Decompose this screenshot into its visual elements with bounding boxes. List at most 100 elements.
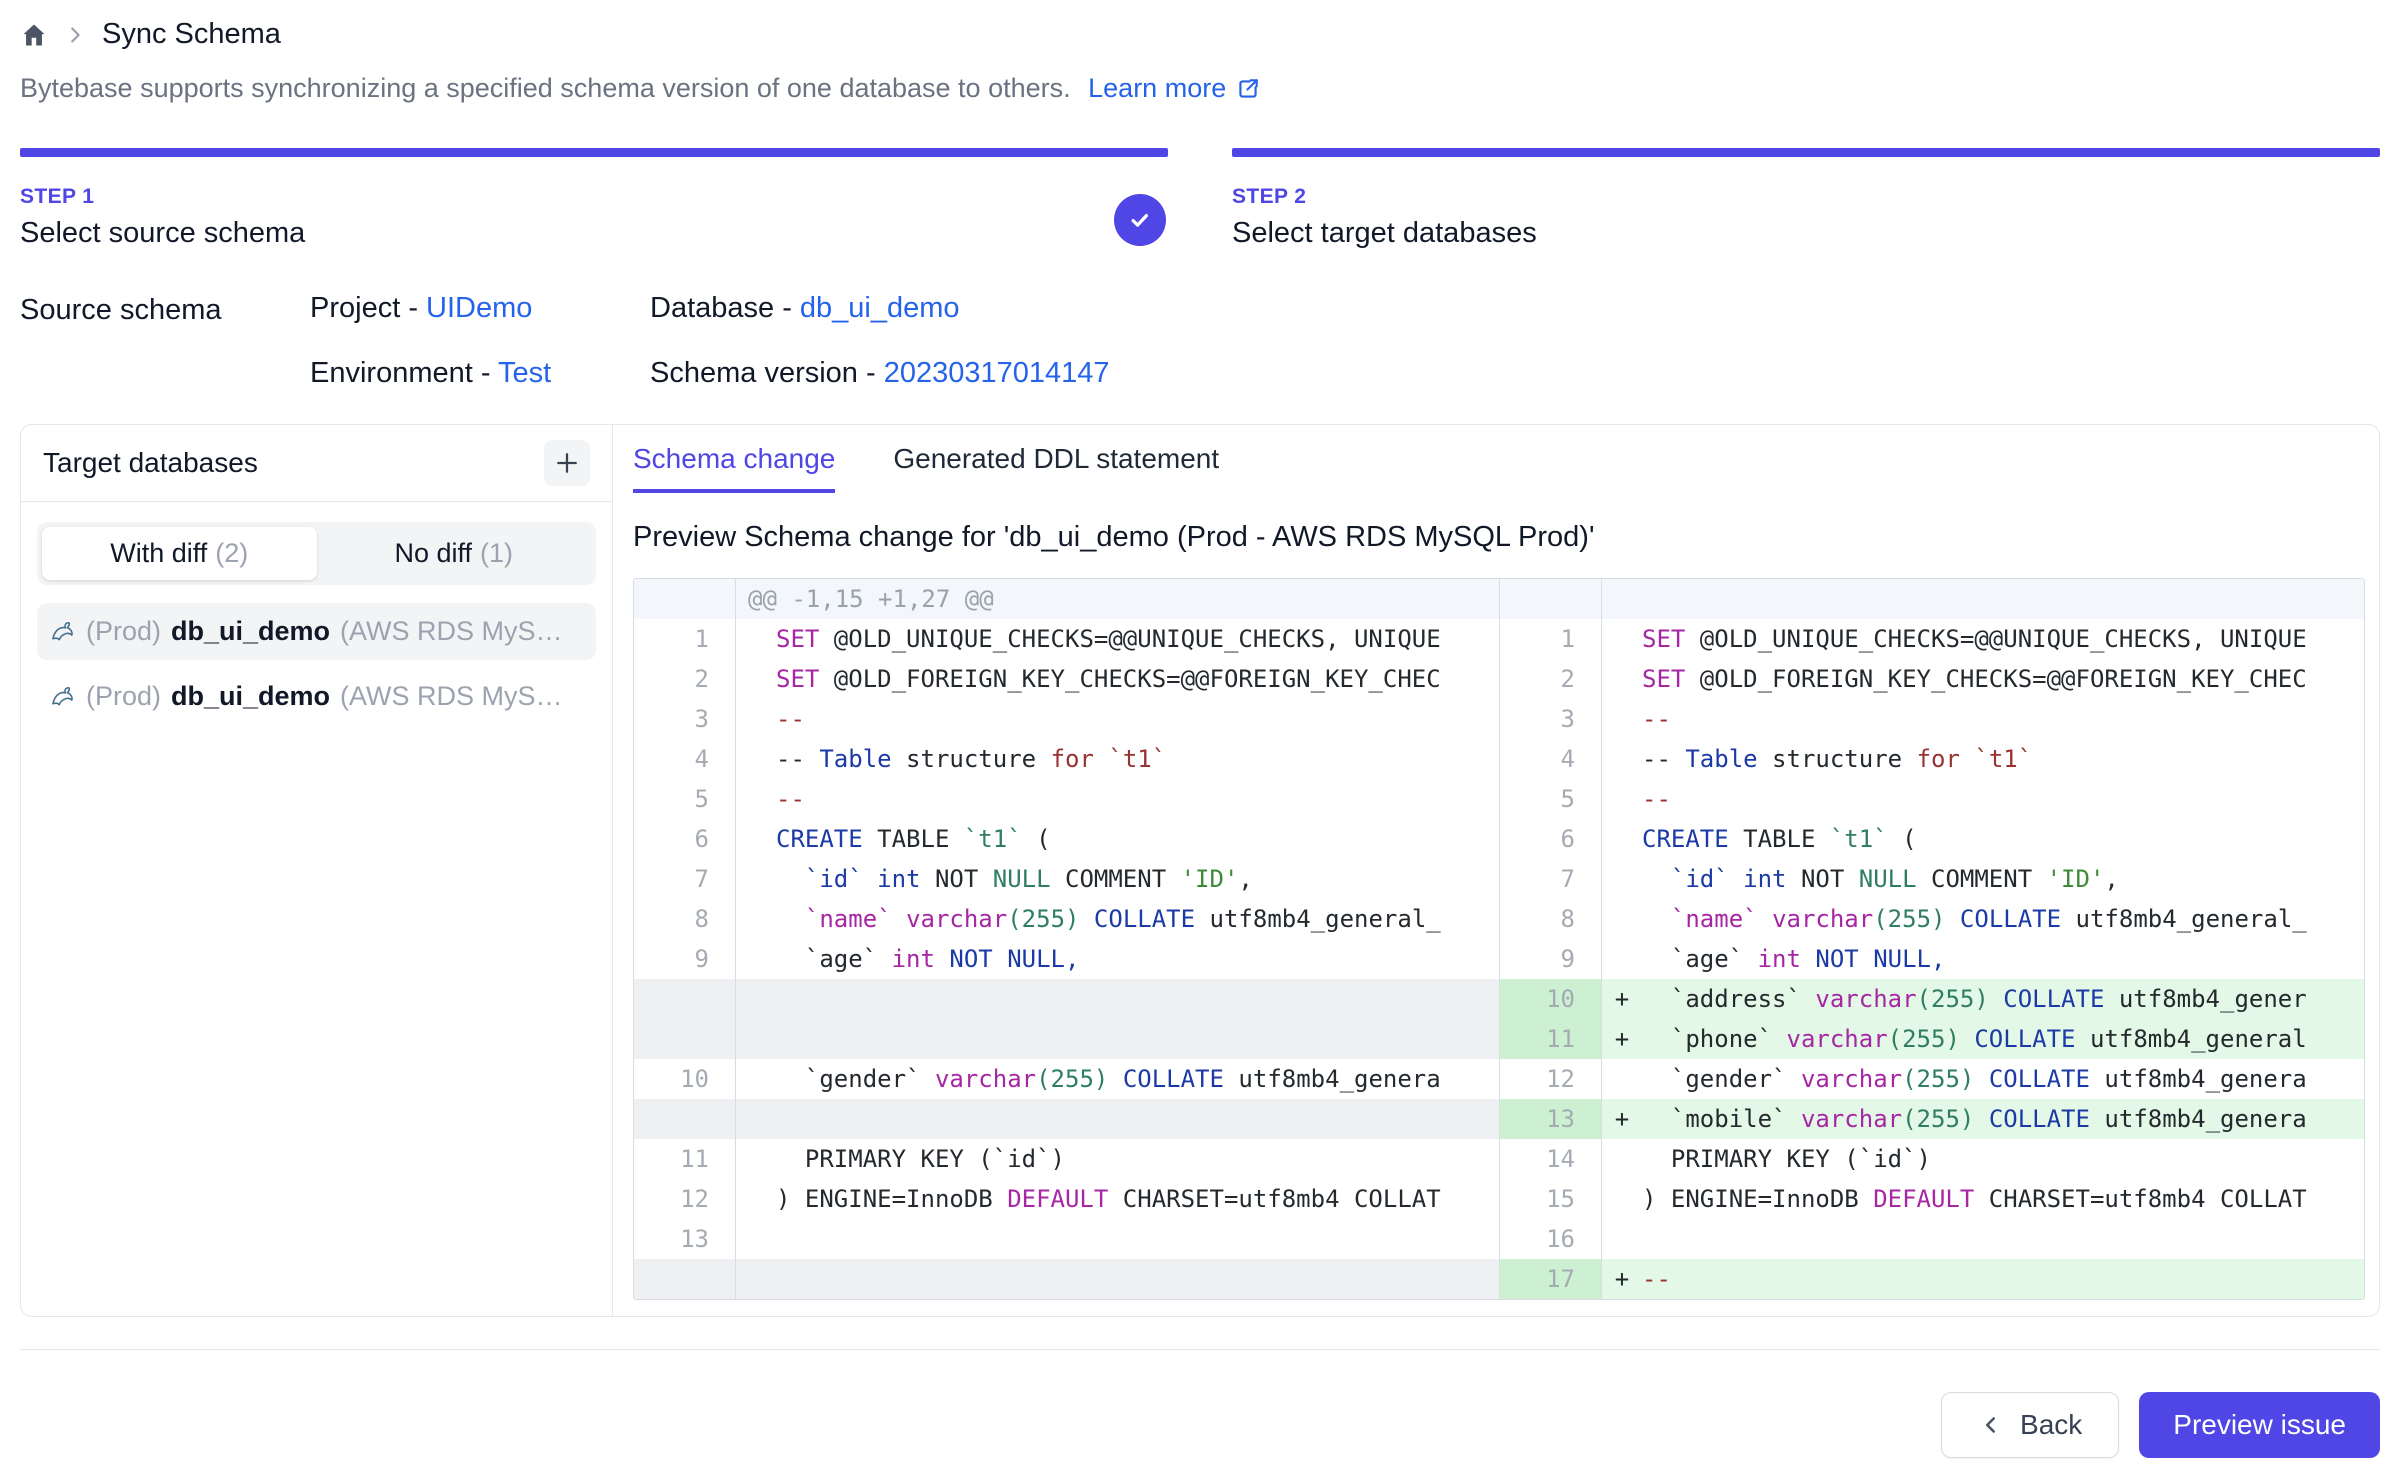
source-field-environment: Environment - Test (310, 357, 650, 390)
diff-right-code-cell: 16 (1499, 1219, 2364, 1259)
code-token: COMMENT (1917, 865, 2047, 893)
line-number: 13 (634, 1219, 736, 1259)
code-token (863, 865, 877, 893)
code-token: `name` (1671, 905, 1758, 933)
code-token: utf8mb4_gener (2104, 985, 2306, 1013)
code-token: utf8mb4_genera (2090, 1065, 2307, 1093)
mysql-dolphin-icon (49, 618, 76, 645)
diff-left-empty-cell (634, 979, 1499, 1019)
code-token: for (1917, 745, 1960, 773)
back-button[interactable]: Back (1941, 1392, 2119, 1458)
line-number: 9 (634, 939, 736, 979)
tab-count: (1) (480, 538, 513, 568)
diff-row: 13+ `mobile` varchar(255) COLLATE utf8mb… (634, 1099, 2364, 1139)
code-line: ) ENGINE=InnoDB DEFAULT CHARSET=utf8mb4 … (736, 1179, 1499, 1219)
chevron-left-icon (1978, 1412, 2004, 1438)
tab-no-diff[interactable]: No diff(1) (317, 527, 592, 580)
line-number: 14 (1500, 1139, 1602, 1179)
code-line: SET @OLD_FOREIGN_KEY_CHECKS=@@FOREIGN_KE… (736, 659, 1499, 699)
diff-row: 8 `name` varchar(255) COLLATE utf8mb4_ge… (634, 899, 2364, 939)
intro: Bytebase supports synchronizing a specif… (20, 73, 2380, 104)
diff-right-code-cell: 4-- Table structure for `t1` (1499, 739, 2364, 779)
code-token (1974, 1105, 1988, 1133)
code-line: -- Table structure for `t1` (1602, 739, 2364, 779)
learn-more-link[interactable]: Learn more (1088, 73, 1261, 104)
code-token: `id` (1671, 865, 1729, 893)
diff-sign: + (1602, 1019, 1642, 1059)
intro-text: Bytebase supports synchronizing a specif… (20, 73, 1071, 103)
source-field-value-link[interactable]: 20230317014147 (884, 357, 1110, 389)
source-field-value-link[interactable]: Test (498, 357, 551, 389)
check-circle-icon (1114, 194, 1166, 246)
source-field-value-link[interactable]: db_ui_demo (800, 292, 960, 324)
diff-row: 12) ENGINE=InnoDB DEFAULT CHARSET=utf8mb… (634, 1179, 2364, 1219)
code-token: `gender` (1642, 1065, 1801, 1093)
line-number: 6 (634, 819, 736, 859)
code-line (736, 979, 1499, 1019)
diff-row: 4-- Table structure for `t1`4-- Table st… (634, 739, 2364, 779)
back-button-label: Back (2020, 1409, 2082, 1441)
database-environment: (Prod) (86, 681, 161, 712)
code-token: (255) (1917, 985, 1989, 1013)
code-token: DEFAULT (1007, 1185, 1108, 1213)
code-token (1989, 985, 2003, 1013)
diff-left-code-cell: 13 (634, 1219, 1499, 1259)
code-token: DEFAULT (1873, 1185, 1974, 1213)
code-token: TABLE (1729, 825, 1830, 853)
code-token: PRIMARY KEY (`id`) (1642, 1145, 1931, 1173)
code-token: `name` (805, 905, 892, 933)
code-token (1108, 1065, 1122, 1093)
diff-row: @@ -1,15 +1,27 @@ (634, 579, 2364, 619)
code-token: NOT NULL, (1815, 945, 1945, 973)
code-token: -- (776, 745, 819, 773)
tab-with-diff[interactable]: With diff(2) (42, 527, 317, 580)
code-token: varchar (1815, 985, 1916, 1013)
diff-right-code-cell: 8 `name` varchar(255) COLLATE utf8mb4_ge… (1499, 899, 2364, 939)
source-field-name: Environment - (310, 357, 498, 389)
diff-left-code-cell: 6CREATE TABLE `t1` ( (634, 819, 1499, 859)
diff-left-code-cell: 4-- Table structure for `t1` (634, 739, 1499, 779)
schema-diff-view[interactable]: @@ -1,15 +1,27 @@1SET @OLD_UNIQUE_CHECKS… (633, 578, 2365, 1300)
code-token: COLLATE (1974, 1025, 2075, 1053)
line-number (634, 1099, 736, 1139)
add-target-database-button[interactable] (544, 440, 590, 486)
preview-issue-button[interactable]: Preview issue (2139, 1392, 2380, 1458)
external-link-icon (1235, 76, 1261, 102)
sync-schema-page: Sync Schema Bytebase supports synchroniz… (0, 0, 2396, 1480)
code-token (1079, 905, 1093, 933)
database-name: db_ui_demo (171, 616, 330, 647)
database-name: db_ui_demo (171, 681, 330, 712)
diff-sign: + (1602, 1099, 1642, 1139)
source-field-name: Database - (650, 292, 800, 324)
code-token: `t1` (1830, 825, 1888, 853)
target-database-item[interactable]: (Prod)db_ui_demo(AWS RDS MyS… (37, 603, 596, 660)
code-token: int (877, 865, 920, 893)
code-token: 'ID' (2047, 865, 2105, 893)
step-2-label: STEP 2 (1232, 185, 2380, 209)
code-line: `name` varchar(255) COLLATE utf8mb4_gene… (736, 899, 1499, 939)
tab-generated-ddl-statement[interactable]: Generated DDL statement (893, 443, 1219, 493)
code-token (1729, 865, 1743, 893)
code-line: +-- (1602, 1259, 2364, 1299)
code-token: Table (1685, 745, 1757, 773)
source-field-value-link[interactable]: UIDemo (426, 292, 532, 324)
code-line: `name` varchar(255) COLLATE utf8mb4_gene… (1602, 899, 2364, 939)
code-token: , (2104, 865, 2118, 893)
diff-left-code-cell: 7 `id` int NOT NULL COMMENT 'ID', (634, 859, 1499, 899)
diff-right-add-cell: 17+-- (1499, 1259, 2364, 1299)
line-number: 11 (634, 1139, 736, 1179)
code-line: SET @OLD_UNIQUE_CHECKS=@@UNIQUE_CHECKS, … (1602, 619, 2364, 659)
target-database-item[interactable]: (Prod)db_ui_demo(AWS RDS MyS… (37, 668, 596, 725)
line-number: 10 (1500, 979, 1602, 1019)
tab-schema-change[interactable]: Schema change (633, 443, 835, 493)
line-number: 1 (1500, 619, 1602, 659)
step-1: STEP 1 Select source schema (20, 148, 1168, 250)
code-line: PRIMARY KEY (`id`) (1602, 1139, 2364, 1179)
code-line: `gender` varchar(255) COLLATE utf8mb4_ge… (736, 1059, 1499, 1099)
code-token (1974, 1065, 1988, 1093)
source-field-name: Project - (310, 292, 426, 324)
home-icon[interactable] (20, 21, 48, 49)
line-number: 17 (1500, 1259, 1602, 1299)
code-token: SET (1642, 665, 1685, 693)
code-token: COLLATE (1094, 905, 1195, 933)
